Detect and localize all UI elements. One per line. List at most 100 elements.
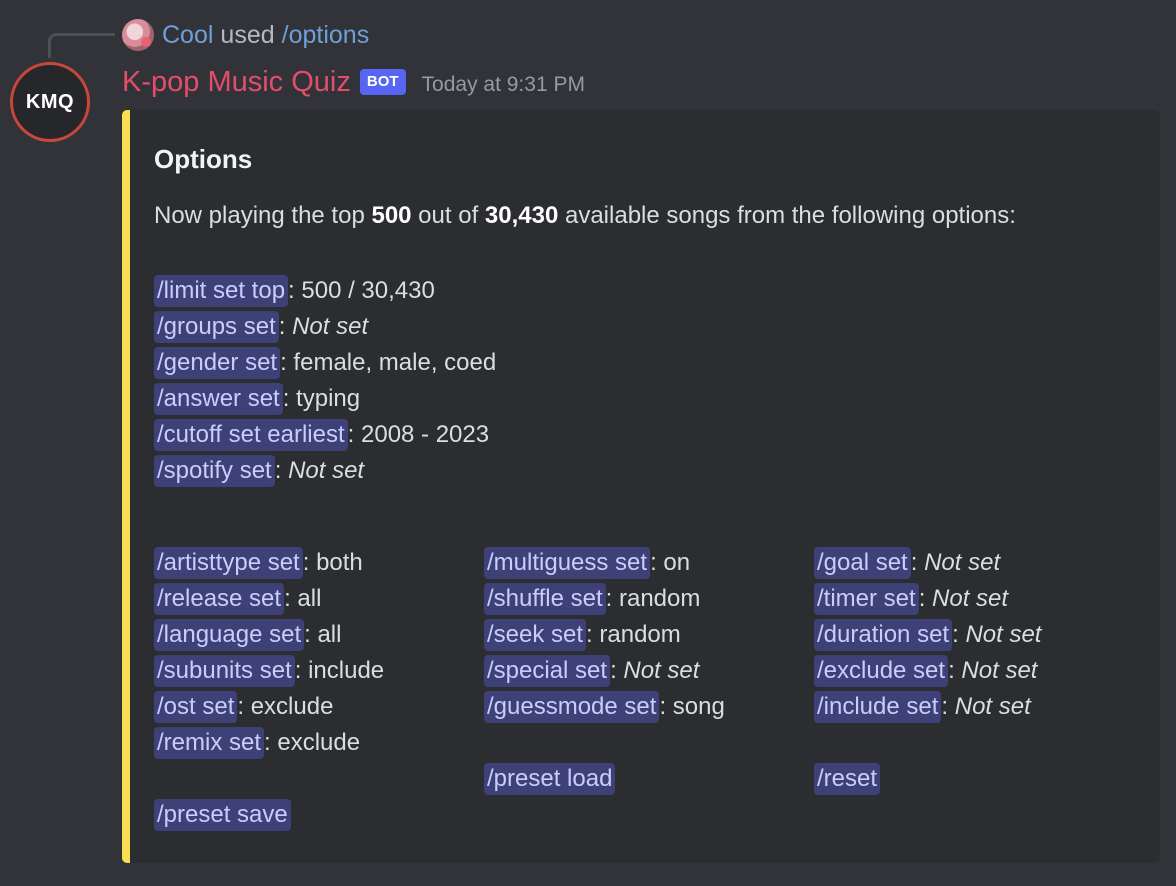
option-value: : 500 / 30,430 bbox=[288, 277, 435, 304]
option-line-ost-set: /ost set: exclude bbox=[154, 691, 333, 723]
option-value: : all bbox=[304, 621, 342, 648]
option-line-answer-set: /answer set: typing bbox=[154, 383, 360, 415]
command-answer-set[interactable]: /answer set bbox=[154, 383, 283, 415]
option-line-shuffle-set: /shuffle set: random bbox=[484, 583, 700, 615]
option-line-release-set: /release set: all bbox=[154, 583, 321, 615]
option-line-cutoff-set-earliest: /cutoff set earliest: 2008 - 2023 bbox=[154, 419, 489, 451]
command-duration-set[interactable]: /duration set bbox=[814, 619, 953, 651]
option-line-language-set: /language set: all bbox=[154, 619, 341, 651]
option-line-groups-set: /groups set: Not set bbox=[154, 311, 368, 343]
option-line-timer-set: /timer set: Not set bbox=[814, 583, 1008, 615]
command-timer-set[interactable]: /timer set bbox=[814, 583, 919, 615]
reply-username[interactable]: Cool bbox=[162, 21, 213, 50]
option-value: Not set bbox=[623, 657, 700, 684]
command-goal-set[interactable]: /goal set bbox=[814, 547, 911, 579]
option-line-duration-set: /duration set: Not set bbox=[814, 619, 1041, 651]
colon-separator: : bbox=[610, 657, 624, 684]
colon-separator: : bbox=[274, 457, 289, 484]
reset-command[interactable]: /reset bbox=[814, 763, 881, 795]
command-release-set[interactable]: /release set bbox=[154, 583, 285, 615]
option-value: Not set bbox=[954, 693, 1031, 720]
options-embed: Options Now playing the top 500 out of 3… bbox=[122, 110, 1160, 863]
reply-user-avatar[interactable] bbox=[122, 19, 154, 51]
option-line-remix-set: /remix set: exclude bbox=[154, 727, 360, 759]
preset-load-line: /preset load bbox=[484, 763, 616, 795]
command-guessmode-set[interactable]: /guessmode set bbox=[484, 691, 660, 723]
option-value: : exclude bbox=[237, 693, 334, 720]
option-value: Not set bbox=[965, 621, 1042, 648]
embed-title: Options bbox=[154, 144, 253, 174]
preset-save-command[interactable]: /preset save bbox=[154, 799, 291, 831]
option-value: Not set bbox=[932, 585, 1009, 612]
option-value: : all bbox=[284, 585, 322, 612]
description-prefix: Now playing the top bbox=[154, 202, 372, 229]
option-value: : both bbox=[302, 549, 363, 576]
option-value: : typing bbox=[282, 385, 361, 412]
colon-separator: : bbox=[948, 657, 962, 684]
option-value: : include bbox=[294, 657, 385, 684]
colon-separator: : bbox=[278, 313, 293, 340]
message-timestamp: Today at 9:31 PM bbox=[421, 73, 585, 96]
bot-username[interactable]: K-pop Music Quiz bbox=[122, 66, 351, 99]
option-line-spotify-set: /spotify set: Not set bbox=[154, 455, 364, 487]
option-line-include-set: /include set: Not set bbox=[814, 691, 1031, 723]
option-value: : on bbox=[650, 549, 691, 576]
command-multiguess-set[interactable]: /multiguess set bbox=[484, 547, 651, 579]
description-middle: out of bbox=[411, 202, 485, 229]
colon-separator: : bbox=[910, 549, 925, 576]
option-value: Not set bbox=[924, 549, 1001, 576]
bot-avatar[interactable]: KMQ bbox=[10, 62, 90, 142]
reply-command[interactable]: /options bbox=[282, 21, 370, 50]
embed-description: Now playing the top 500 out of 30,430 av… bbox=[154, 202, 1016, 230]
reply-connector bbox=[48, 33, 115, 58]
command-cutoff-set-earliest[interactable]: /cutoff set earliest bbox=[154, 419, 348, 451]
option-line-artisttype-set: /artisttype set: both bbox=[154, 547, 363, 579]
option-value: Not set bbox=[292, 313, 369, 340]
option-value: : 2008 - 2023 bbox=[347, 421, 490, 448]
option-line-goal-set: /goal set: Not set bbox=[814, 547, 1000, 579]
command-ost-set[interactable]: /ost set bbox=[154, 691, 238, 723]
description-top-count: 500 bbox=[371, 202, 412, 229]
reply-context[interactable]: Cool used /options bbox=[122, 17, 369, 53]
option-line-limit-set-top: /limit set top: 500 / 30,430 bbox=[154, 275, 435, 307]
option-value: Not set bbox=[288, 457, 365, 484]
reset-line: /reset bbox=[814, 763, 881, 795]
option-line-exclude-set: /exclude set: Not set bbox=[814, 655, 1037, 687]
command-limit-set-top[interactable]: /limit set top bbox=[154, 275, 289, 307]
option-line-gender-set: /gender set: female, male, coed bbox=[154, 347, 496, 379]
command-seek-set[interactable]: /seek set bbox=[484, 619, 587, 651]
command-spotify-set[interactable]: /spotify set bbox=[154, 455, 275, 487]
option-line-special-set: /special set: Not set bbox=[484, 655, 699, 687]
description-suffix: available songs from the following optio… bbox=[558, 202, 1016, 229]
option-value: : female, male, coed bbox=[280, 349, 497, 376]
option-value: : random bbox=[586, 621, 681, 648]
command-special-set[interactable]: /special set bbox=[484, 655, 611, 687]
message-header: K-pop Music Quiz BOT Today at 9:31 PM bbox=[122, 62, 585, 102]
command-gender-set[interactable]: /gender set bbox=[154, 347, 281, 379]
option-value: : exclude bbox=[264, 729, 361, 756]
colon-separator: : bbox=[941, 693, 955, 720]
command-groups-set[interactable]: /groups set bbox=[154, 311, 279, 343]
option-line-seek-set: /seek set: random bbox=[484, 619, 681, 651]
preset-load-command[interactable]: /preset load bbox=[484, 763, 616, 795]
command-language-set[interactable]: /language set bbox=[154, 619, 305, 651]
option-line-subunits-set: /subunits set: include bbox=[154, 655, 384, 687]
colon-separator: : bbox=[918, 585, 933, 612]
colon-separator: : bbox=[952, 621, 966, 648]
description-total-count: 30,430 bbox=[484, 202, 559, 229]
command-exclude-set[interactable]: /exclude set bbox=[814, 655, 949, 687]
option-value: : song bbox=[659, 693, 725, 720]
preset-save-line: /preset save bbox=[154, 799, 291, 831]
reply-used-text: used bbox=[220, 20, 275, 49]
option-line-multiguess-set: /multiguess set: on bbox=[484, 547, 690, 579]
option-value: : random bbox=[605, 585, 701, 612]
command-artisttype-set[interactable]: /artisttype set bbox=[154, 547, 303, 579]
command-shuffle-set[interactable]: /shuffle set bbox=[484, 583, 606, 615]
option-value: Not set bbox=[961, 657, 1038, 684]
command-remix-set[interactable]: /remix set bbox=[154, 727, 265, 759]
bot-avatar-label: KMQ bbox=[25, 90, 75, 113]
bot-badge: BOT bbox=[359, 69, 406, 95]
command-include-set[interactable]: /include set bbox=[814, 691, 942, 723]
command-subunits-set[interactable]: /subunits set bbox=[154, 655, 295, 687]
option-line-guessmode-set: /guessmode set: song bbox=[484, 691, 725, 723]
